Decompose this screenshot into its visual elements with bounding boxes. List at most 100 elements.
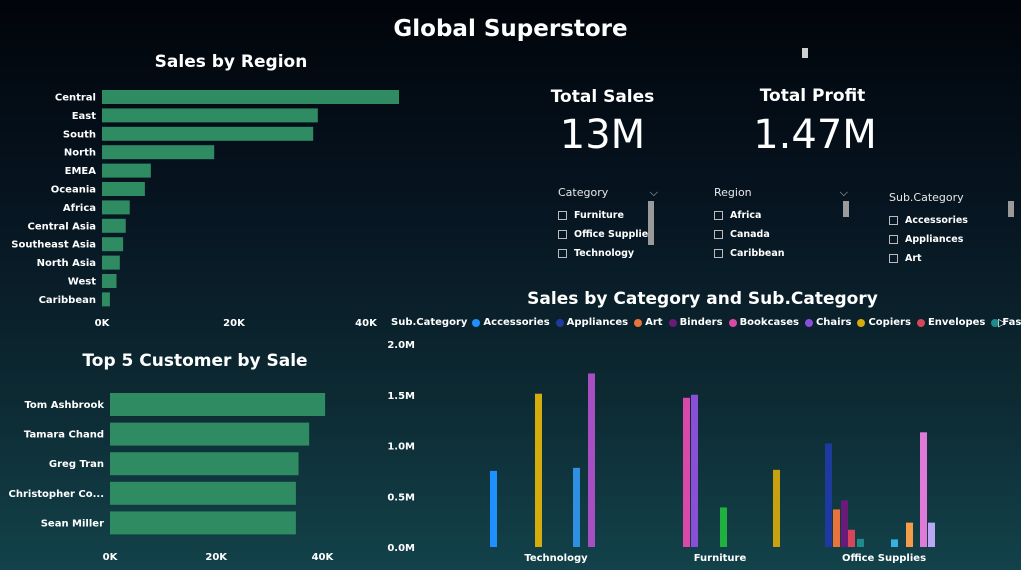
slicer-option[interactable]: Art <box>889 249 999 268</box>
column-bar[interactable] <box>920 432 927 547</box>
chevron-down-icon[interactable]: ⌵ <box>650 186 658 200</box>
scroll-indicator[interactable] <box>802 48 808 58</box>
category-label: West <box>68 277 96 288</box>
legend-item[interactable]: Art <box>634 317 663 328</box>
checkbox[interactable] <box>889 235 898 244</box>
bar[interactable] <box>102 218 126 233</box>
slicer-option[interactable]: Africa <box>714 206 848 225</box>
category-label: Oceania <box>51 185 96 196</box>
legend-dot-icon <box>472 318 481 327</box>
slicer-region[interactable]: Region ⌵ Africa Canada Caribbean <box>714 186 848 263</box>
top-customers-title: Top 5 Customer by Sale <box>82 351 308 371</box>
checkbox[interactable] <box>714 211 723 220</box>
sales-by-region-chart: Central East South North EMEA Oceania Africa Ce… <box>11 90 399 329</box>
column-bar[interactable] <box>891 539 898 547</box>
x-tick-label: Furniture <box>694 553 747 564</box>
legend-item[interactable]: Binders <box>668 317 723 328</box>
bar[interactable] <box>110 422 310 446</box>
bar[interactable] <box>110 393 326 416</box>
bar[interactable] <box>110 511 296 535</box>
bar[interactable] <box>110 481 296 505</box>
legend-item[interactable]: Copiers <box>857 317 911 328</box>
category-label: Greg Tran <box>49 459 104 470</box>
bar[interactable] <box>102 90 399 104</box>
legend-dot-icon <box>555 318 564 327</box>
slicer-option[interactable]: Accessories <box>889 211 999 230</box>
checkbox[interactable] <box>714 249 723 258</box>
column-bar[interactable] <box>588 373 595 547</box>
dashboard-title: Global Superstore <box>393 16 628 42</box>
total-profit-label: Total Profit <box>759 86 866 106</box>
bar[interactable] <box>102 108 318 123</box>
legend-dot-icon <box>668 318 677 327</box>
checkbox[interactable] <box>558 211 567 220</box>
bar[interactable] <box>102 126 314 141</box>
slicer-option[interactable]: Office Supplies <box>558 225 658 244</box>
category-chart-title: Sales by Category and Sub.Category <box>527 289 878 309</box>
slicer-option[interactable]: Technology <box>558 244 658 263</box>
legend-item[interactable]: Accessories <box>472 317 550 328</box>
slicer-region-scrollbar[interactable] <box>843 201 849 217</box>
column-bar[interactable] <box>773 469 780 547</box>
column-bar[interactable] <box>683 397 690 547</box>
legend-label: Bookcases <box>739 317 799 328</box>
column-bar[interactable] <box>906 522 913 547</box>
y-tick-label: 1.0M <box>387 442 415 453</box>
legend-item[interactable]: Envelopes <box>916 317 985 328</box>
column-bar[interactable] <box>857 538 864 547</box>
bar[interactable] <box>102 274 117 288</box>
slicer-subcategory[interactable]: Sub.Category Accessories Appliances Art <box>889 186 999 268</box>
category-chart: 0.0M 0.5M 1.0M 1.5M 2.0M Technology Furniture O… <box>387 340 935 564</box>
slicer-option[interactable]: Canada <box>714 225 848 244</box>
slicer-subcategory-scrollbar[interactable] <box>1008 201 1014 217</box>
column-bar[interactable] <box>825 443 832 547</box>
slicer-region-title: Region <box>714 186 752 199</box>
legend-item[interactable]: Chairs <box>804 317 851 328</box>
column-bar[interactable] <box>691 394 698 547</box>
checkbox[interactable] <box>558 249 567 258</box>
legend-next-icon[interactable]: ▷ <box>998 316 1006 329</box>
category-label: Caribbean <box>39 295 96 306</box>
checkbox[interactable] <box>889 216 898 225</box>
bar[interactable] <box>102 237 124 252</box>
category-label: Central <box>55 93 96 104</box>
chevron-down-icon[interactable]: ⌵ <box>840 186 848 200</box>
bar[interactable] <box>102 200 130 215</box>
slicer-category-scrollbar[interactable] <box>648 201 654 245</box>
legend-item[interactable]: Bookcases <box>728 317 799 328</box>
category-label: South <box>63 129 96 140</box>
x-tick-label: 40K <box>312 552 335 563</box>
column-bar[interactable] <box>535 393 542 547</box>
checkbox[interactable] <box>558 230 567 239</box>
x-tick-label: Technology <box>524 553 588 564</box>
slicer-option[interactable]: Furniture <box>558 206 658 225</box>
slicer-option[interactable]: Appliances <box>889 230 999 249</box>
x-tick-label: 0K <box>103 552 119 563</box>
checkbox[interactable] <box>889 254 898 263</box>
bar[interactable] <box>102 182 145 196</box>
x-tick-label: 20K <box>223 318 246 329</box>
category-label: North <box>64 148 96 159</box>
slicer-category[interactable]: Category ⌵ Furniture Office Supplies Tec… <box>558 186 658 263</box>
column-bar[interactable] <box>573 467 580 547</box>
bar[interactable] <box>102 163 151 178</box>
x-tick-label: 20K <box>205 552 228 563</box>
column-bar[interactable] <box>928 522 935 547</box>
column-bar[interactable] <box>490 470 497 547</box>
bar[interactable] <box>102 292 110 307</box>
legend-item[interactable]: Appliances <box>555 317 628 328</box>
category-label: North Asia <box>37 258 96 269</box>
bar[interactable] <box>102 145 215 160</box>
checkbox[interactable] <box>714 230 723 239</box>
column-bar[interactable] <box>833 509 840 547</box>
bar[interactable] <box>102 255 120 270</box>
legend-dot-icon <box>916 318 925 327</box>
column-bar[interactable] <box>848 529 855 547</box>
slicer-option[interactable]: Caribbean <box>714 244 848 263</box>
legend-title: Sub.Category <box>391 317 468 328</box>
column-bar[interactable] <box>841 500 848 547</box>
column-bar[interactable] <box>720 507 727 547</box>
sales-by-region-title: Sales by Region <box>154 52 308 72</box>
bar[interactable] <box>110 452 299 476</box>
total-sales-label: Total Sales <box>550 87 655 107</box>
